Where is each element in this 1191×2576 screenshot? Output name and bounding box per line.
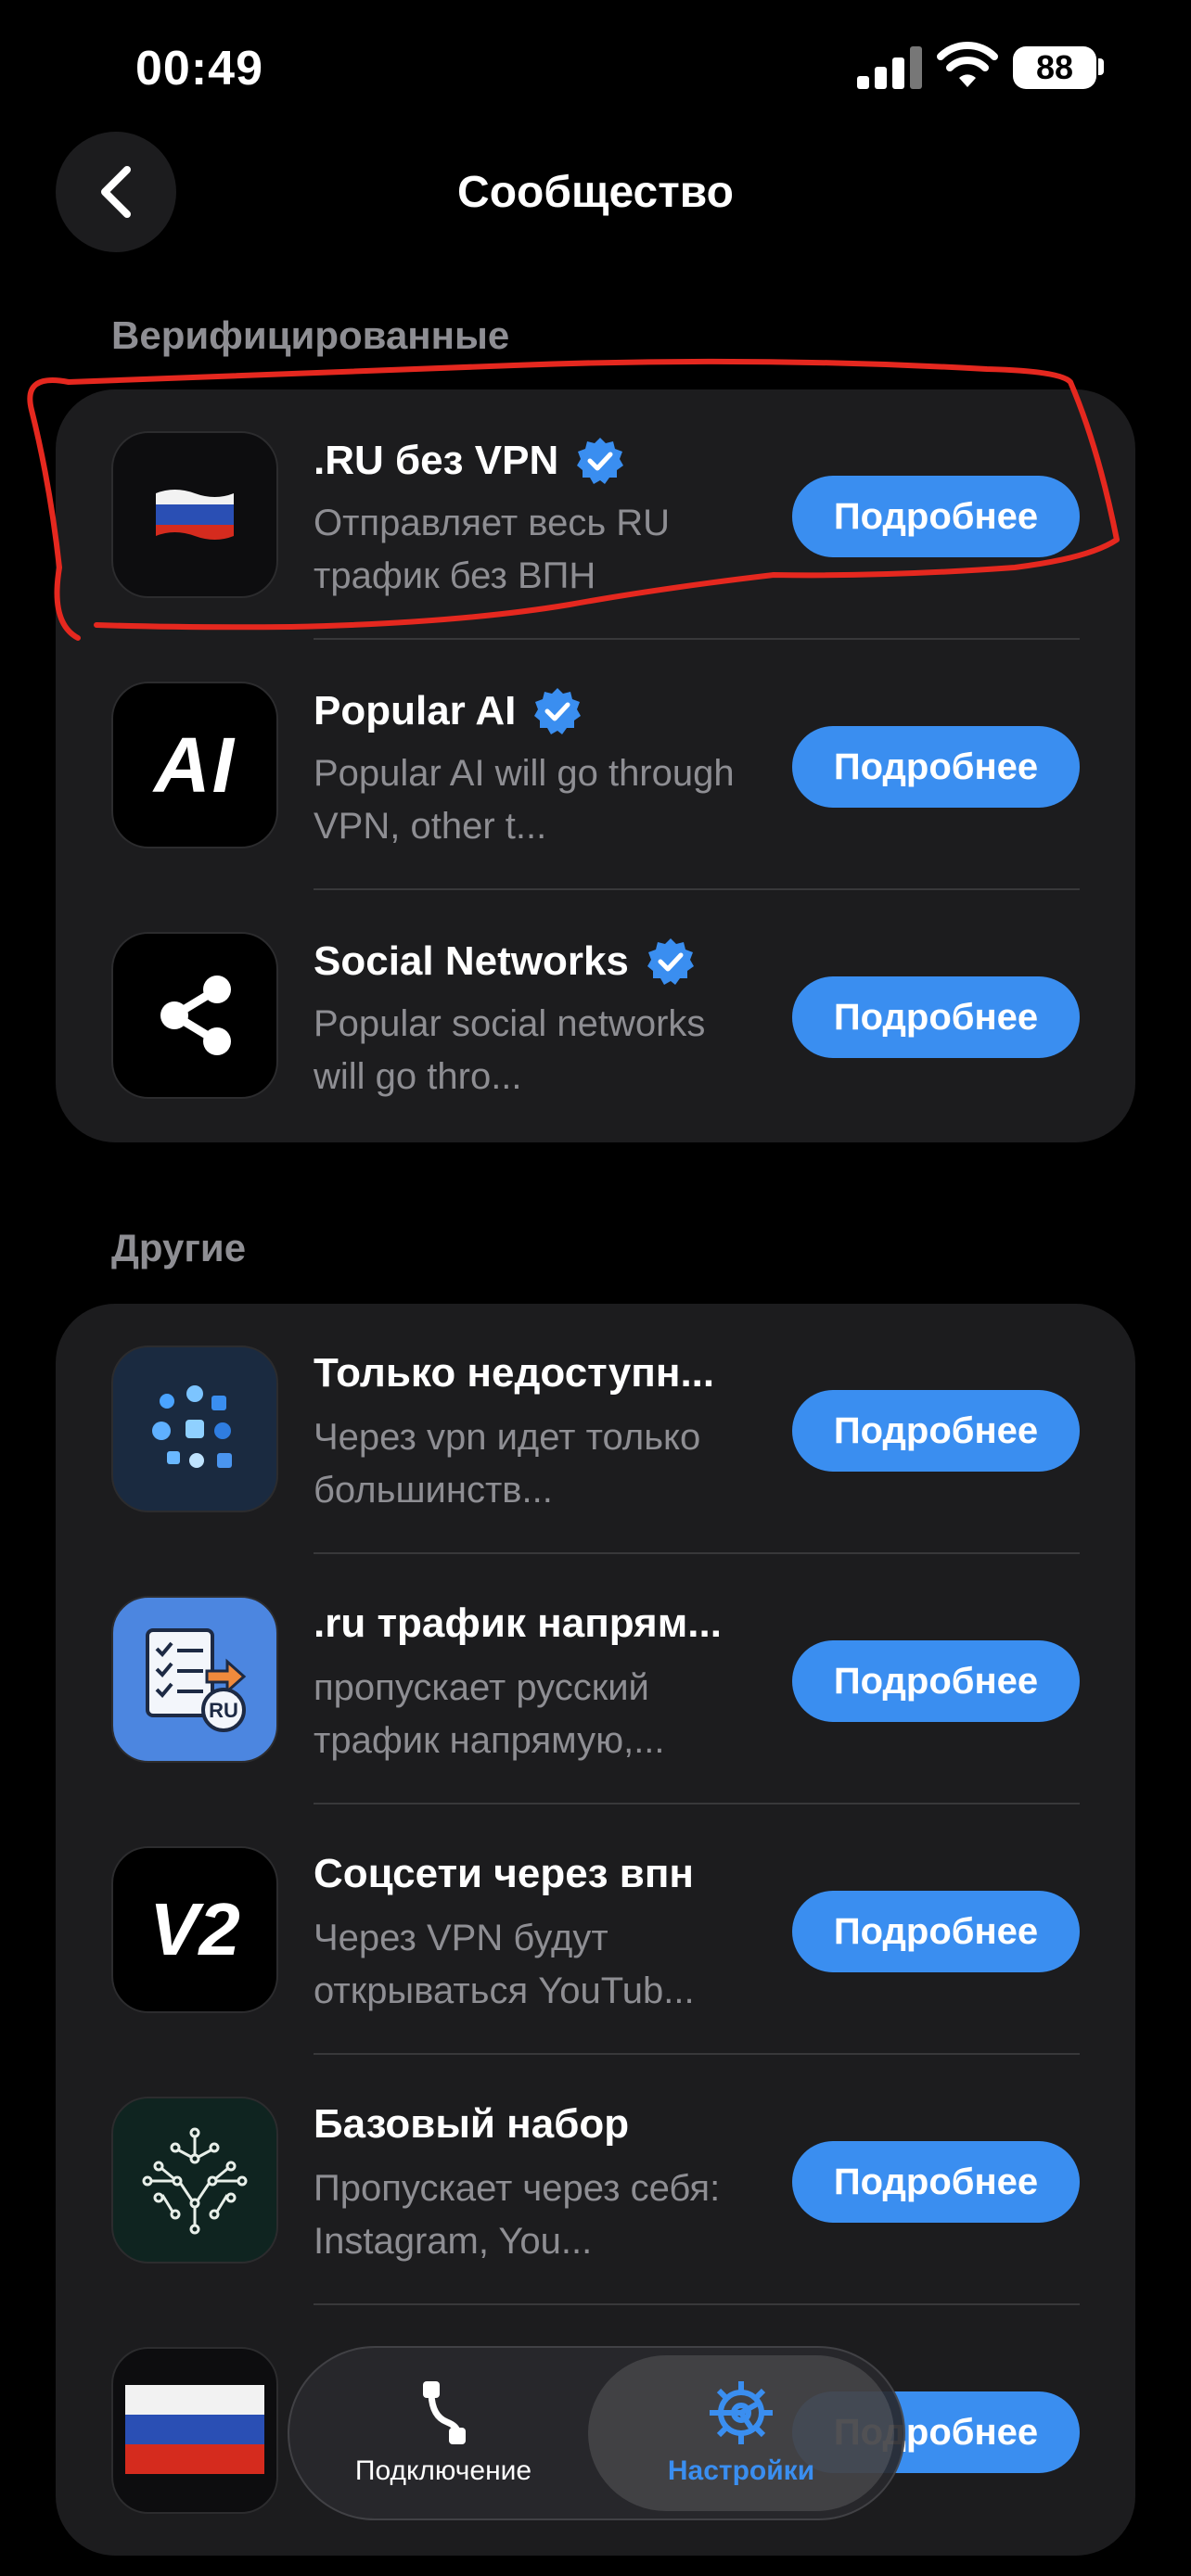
item-title: Соцсети через впн [314,1851,694,1896]
tab-settings[interactable]: Настройки [588,2355,894,2511]
item-description: Popular AI will go through VPN, other t.… [314,753,735,847]
list-item[interactable]: Базовый набор Пропускает через себя: Ins… [56,2055,1135,2305]
v2-text: V2 [149,1888,240,1970]
details-button[interactable]: Подробнее [792,1390,1080,1472]
tab-label: Настройки [667,2455,815,2486]
verified-badge-icon [577,438,624,484]
russia-flag-icon [111,2347,278,2514]
list-item[interactable]: Social Networks Popular social networks … [56,890,1135,1141]
item-title: .ru трафик напрям... [314,1600,722,1646]
wifi-icon [937,42,998,87]
list-item[interactable]: Только недоступн... Через vpn идет тольк… [56,1304,1135,1554]
item-title-row: .ru трафик напрям... [314,1600,722,1647]
item-title-row: Popular AI [314,686,583,736]
item-title-row: Соцсети через впн [314,1851,694,1897]
status-time: 00:49 [135,42,263,96]
tab-bar: Подключение Настройки [288,2346,905,2520]
item-title: Popular AI [314,688,517,733]
russia-flag-icon [111,431,278,598]
item-title-row: Social Networks [314,937,696,987]
item-title: .RU без VPN [314,438,559,483]
gear-icon [710,2381,773,2444]
v2-text-icon: V2 [111,1846,278,2013]
details-button[interactable]: Подробнее [792,1891,1080,1972]
verified-card: .RU без VPN Отправляет весь RU трафик бе… [56,389,1135,1142]
route-icon [423,2381,466,2444]
item-title-row: Только недоступн... [314,1350,714,1396]
details-button[interactable]: Подробнее [792,1640,1080,1722]
list-item[interactable]: AI Popular AI Popular AI will go through… [56,640,1135,890]
item-description: пропускает русский трафик напрямую,... [314,1667,665,1761]
list-item[interactable]: RU .ru трафик напрям... пропускает русск… [56,1554,1135,1804]
details-button[interactable]: Подробнее [792,2141,1080,2223]
item-title: Social Networks [314,938,629,984]
item-description: Popular social networks will go thro... [314,1003,706,1097]
battery-indicator: 88 [1013,46,1096,89]
item-title-row: .RU без VPN [314,436,625,486]
verified-badge-icon [534,688,582,734]
page-title: Сообщество [457,168,734,217]
tab-connection[interactable]: Подключение [295,2355,592,2511]
ru-text: RU [209,1699,238,1722]
ai-text-icon: AI [111,682,278,848]
battery-tip [1098,58,1104,75]
item-description: Через vpn идет только большинств... [314,1417,701,1511]
checklist-ru-icon: RU [111,1596,278,1763]
section-label-other: Другие [111,1226,247,1269]
cellular-signal-icon [857,46,922,89]
share-icon [111,932,278,1099]
item-description: Через VPN будут открываться YouTub... [314,1918,695,2011]
status-bar: 00:49 88 [0,0,1191,139]
list-item[interactable]: V2 Соцсети через впн Через VPN будут отк… [56,1804,1135,2055]
item-description: Отправляет весь RU трафик без ВПН [314,503,671,596]
ai-text: AI [154,721,236,809]
item-title: Базовый набор [314,2101,630,2147]
list-item[interactable]: .RU без VPN Отправляет весь RU трафик бе… [56,389,1135,640]
details-button[interactable]: Подробнее [792,976,1080,1058]
details-button[interactable]: Подробнее [792,726,1080,808]
item-title-row: Базовый набор [314,2101,629,2148]
section-label-verified: Верифицированные [111,313,510,357]
item-title: Только недоступн... [314,1350,715,1396]
details-button[interactable]: Подробнее [792,476,1080,557]
verified-badge-icon [647,938,694,985]
item-description: Пропускает через себя: Instagram, You... [314,2168,721,2262]
apps-collage-icon [111,1345,278,1512]
circuit-pattern-icon [111,2097,278,2264]
tab-label: Подключение [354,2455,532,2486]
